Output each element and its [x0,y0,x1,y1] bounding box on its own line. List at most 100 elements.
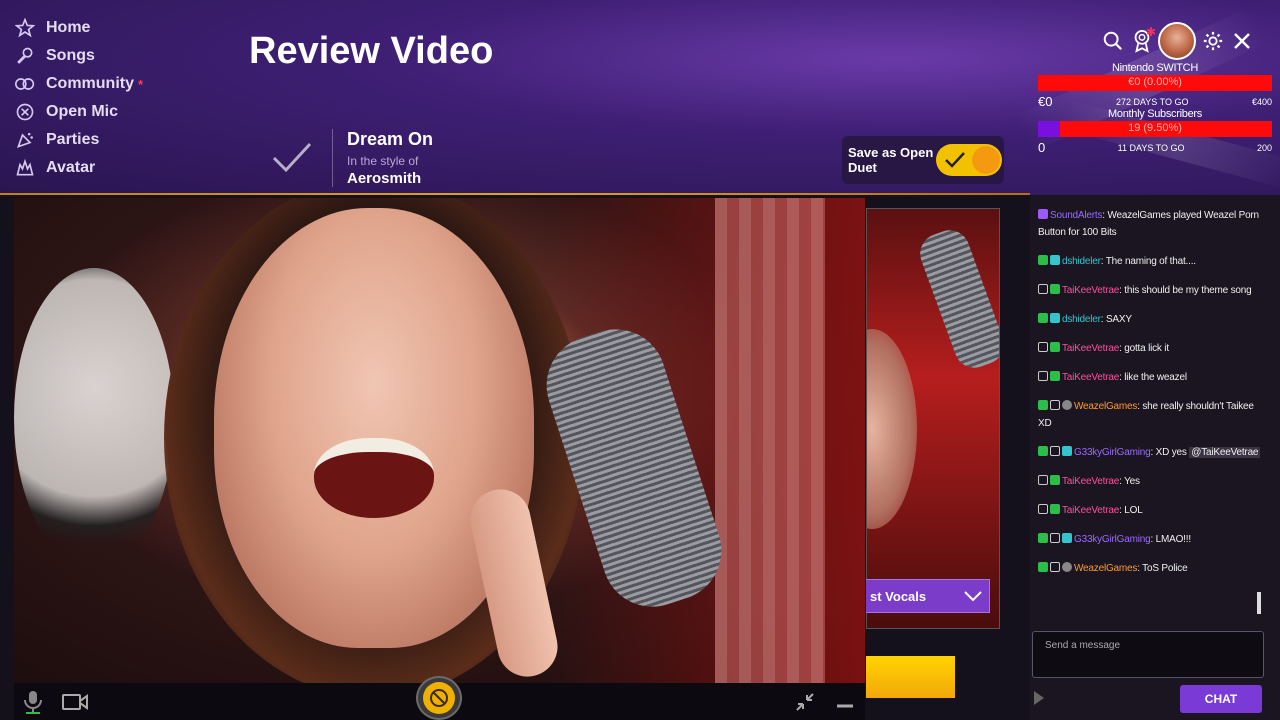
chat-send-button[interactable]: CHAT [1180,685,1262,713]
chat-text: : gotta lick it [1119,343,1169,354]
white-badge-icon [1038,475,1048,485]
song-title: Dream On [347,129,434,149]
page-title: Review Video [249,30,494,72]
goal-progress-bar: €0 (0.00%) [1038,75,1272,91]
cyan-badge-icon [1062,533,1072,543]
nav-item-open-mic[interactable]: Open Mic [14,98,143,126]
white-badge-icon [1038,284,1048,294]
chat-message: SoundAlerts: WeazelGames played Weazel P… [1038,207,1266,241]
gear-icon[interactable] [1200,28,1226,54]
chat-text: : ToS Police [1137,563,1188,574]
goal-progress-text: 19 (9.50%) [1128,122,1182,134]
chat-message: TaiKeeVetrae: gotta lick it [1038,340,1266,357]
nav-item-songs[interactable]: Songs [14,42,143,70]
nav-item-avatar[interactable]: Avatar [14,154,143,182]
notification-badge: * [138,76,144,92]
open-duet-toggle[interactable] [936,144,1002,176]
nav-item-home[interactable]: Home [14,14,143,42]
submit-button[interactable] [866,656,955,698]
nav-item-label: Open Mic [46,103,119,120]
green-badge-icon [1050,342,1060,352]
award-icon[interactable]: ✱ [1129,25,1156,54]
open-duet-setting: Save as Open Duet [842,136,1004,184]
chat-username[interactable]: G33kyGirlGaming [1074,534,1151,545]
goal-stats: €0 272 DAYS TO GO €400 [1038,94,1272,109]
chat-message-list[interactable]: SoundAlerts: WeazelGames played Weazel P… [1030,195,1270,623]
search-icon[interactable] [1100,28,1126,54]
nav-item-label: Parties [46,131,100,148]
chat-text: : The naming of that.... [1100,256,1196,267]
video-curtain [715,198,825,683]
chat-username[interactable]: TaiKeeVetrae [1062,285,1119,296]
chat-mention[interactable]: @TaiKeeVetrae [1189,447,1261,458]
chat-message: G33kyGirlGaming: LMAO!!! [1038,531,1266,548]
play-icon[interactable] [1033,690,1045,706]
star-icon [14,17,36,39]
grey-badge-icon [1062,400,1072,410]
close-icon[interactable] [1229,28,1255,54]
goal-current: €0 [1038,94,1053,109]
song-style-prefix: In the style of [347,154,419,168]
chat-username[interactable]: TaiKeeVetrae [1062,476,1119,487]
cyan-badge-icon [1062,446,1072,456]
chat-message: G33kyGirlGaming: XD yes @TaiKeeVetrae [1038,444,1266,461]
green-badge-icon [1050,475,1060,485]
white-badge-icon [1050,400,1060,410]
microphone-icon [14,45,36,67]
effects-button[interactable] [416,676,462,720]
camera-icon[interactable] [60,689,90,715]
toggle-knob [972,146,1000,174]
divider [332,129,333,187]
effects-icon [423,682,455,714]
chat-text: : like the weazel [1119,372,1187,383]
checkmark-icon[interactable] [270,136,314,180]
vocals-dropdown[interactable]: st Vocals [866,579,990,613]
chat-username[interactable]: WeazelGames [1074,401,1137,412]
goal-target: 200 [1256,142,1272,153]
parties-icon [14,129,36,151]
chat-username[interactable]: SoundAlerts [1050,210,1102,221]
goal-target: €400 [1251,96,1272,107]
green-badge-icon [1050,504,1060,514]
video-microphone [914,224,999,374]
green-badge-icon [1050,284,1060,294]
white-badge-icon [1038,342,1048,352]
microphone-toggle-icon[interactable] [20,689,46,715]
goal-name: Monthly Subscribers [1108,108,1202,120]
song-artist: Aerosmith [347,170,422,187]
chevron-down-icon [964,591,982,602]
chat-message: dshideler: SAXY [1038,311,1266,328]
nav-item-community[interactable]: Community * [14,70,143,98]
green-badge-icon [1038,562,1048,572]
user-avatar[interactable] [1158,22,1196,60]
chat-username[interactable]: TaiKeeVetrae [1062,505,1119,516]
chat-username[interactable]: G33kyGirlGaming [1074,447,1151,458]
video-mouth [314,438,434,518]
goal-progress-text: €0 (0.00%) [1128,76,1182,88]
nav-item-parties[interactable]: Parties [14,126,143,154]
chat-username[interactable]: TaiKeeVetrae [1062,343,1119,354]
minimize-icon[interactable] [832,689,858,715]
chat-username[interactable]: WeazelGames [1074,563,1137,574]
nav-item-label: Avatar [46,159,96,176]
chat-username[interactable]: TaiKeeVetrae [1062,372,1119,383]
duet-video-preview[interactable] [866,208,1000,629]
main-video[interactable] [14,198,865,683]
check-icon [945,152,965,168]
chat-username[interactable]: dshideler [1062,314,1101,325]
goal-days-left: 11 DAYS TO GO [1117,142,1185,153]
green-badge-icon [1038,313,1048,323]
goal-stats: 0 11 DAYS TO GO 200 [1038,140,1272,155]
white-badge-icon [1038,371,1048,381]
chat-scrollbar[interactable] [1257,592,1261,614]
main-nav: Home Songs Community * Open Mic Parties … [14,14,143,182]
chat-message: TaiKeeVetrae: LOL [1038,502,1266,519]
green-badge-icon [1050,371,1060,381]
open-mic-icon [14,101,36,123]
chat-message-input[interactable]: Send a message [1032,631,1264,678]
chat-message: TaiKeeVetrae: Yes [1038,473,1266,490]
video-plush-toy [14,268,174,568]
chat-username[interactable]: dshideler [1062,256,1101,267]
minimize-arrows-icon[interactable] [792,689,818,715]
chat-message: TaiKeeVetrae: like the weazel [1038,369,1266,386]
